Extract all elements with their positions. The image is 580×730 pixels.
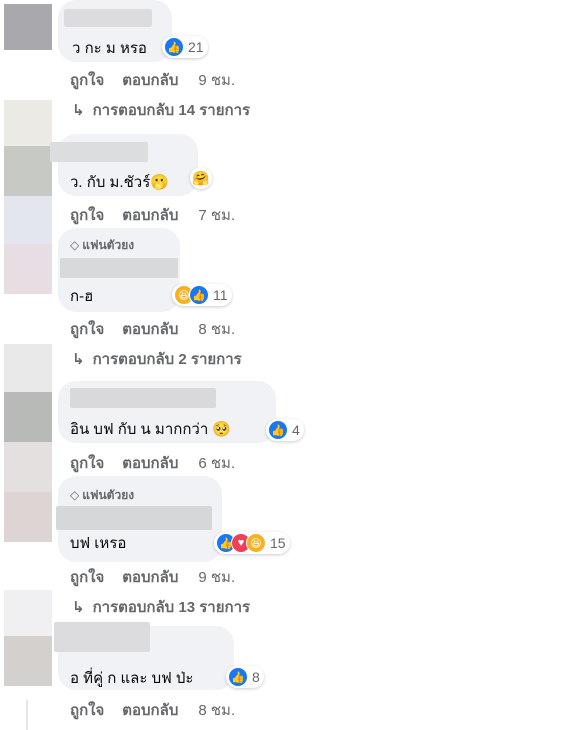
comment-text: ก-ฮ — [70, 288, 94, 305]
reaction-summary[interactable]: 👍 21 — [162, 36, 208, 58]
avatar[interactable] — [4, 196, 52, 244]
like-button[interactable]: ถูกใจ — [70, 321, 104, 338]
reply-button[interactable]: ตอบกลับ — [122, 321, 178, 338]
comment-text: อ ที่คู่ ก และ บฟ ป่ะ — [70, 670, 194, 687]
reaction-summary[interactable]: 👍 ♥ 😆 15 — [214, 532, 290, 554]
thread-line — [26, 700, 28, 730]
comment-text: อิน บฟ กับ น มากกว่า 🥺 — [70, 421, 232, 438]
reply-arrow-icon: ↳ — [72, 599, 85, 616]
avatar[interactable] — [4, 4, 52, 50]
comment-actions: ถูกใจ ตอบกลับ 8 ชม. — [70, 317, 235, 341]
reaction-count: 11 — [213, 287, 228, 303]
reaction-summary[interactable]: 👍 4 — [266, 419, 304, 441]
comment-actions: ถูกใจ ตอบกลับ 9 ชม. — [70, 565, 235, 589]
comment-actions: ถูกใจ ตอบกลับ 8 ชม. — [70, 698, 235, 722]
top-fan-label: แฟนตัวยง — [82, 488, 135, 502]
reaction-count: 15 — [270, 535, 286, 551]
view-replies-link[interactable]: ↳ การตอบกลับ 13 รายการ — [72, 595, 250, 619]
avatar[interactable] — [4, 590, 52, 636]
top-fan-badge[interactable]: ◇ แฟนตัวยง — [70, 236, 134, 255]
reaction-summary[interactable]: 😆 👍 11 — [172, 284, 232, 306]
avatar[interactable] — [4, 492, 52, 542]
reply-arrow-icon: ↳ — [72, 102, 85, 119]
hug-emoji-icon: 🤗 — [190, 167, 212, 189]
like-icon: 👍 — [189, 285, 209, 305]
timestamp[interactable]: 9 ชม. — [198, 72, 235, 89]
timestamp[interactable]: 6 ชม. — [198, 455, 235, 472]
timestamp[interactable]: 8 ชม. — [198, 702, 235, 719]
avatar[interactable] — [4, 392, 52, 442]
diamond-icon: ◇ — [70, 238, 80, 252]
timestamp[interactable]: 9 ชม. — [198, 569, 235, 586]
timestamp[interactable]: 8 ชม. — [198, 321, 235, 338]
view-replies-link[interactable]: ↳ การตอบกลับ 14 รายการ — [72, 98, 250, 122]
like-icon: 👍 — [228, 667, 248, 687]
avatar[interactable] — [4, 244, 52, 294]
like-button[interactable]: ถูกใจ — [70, 702, 104, 719]
avatar[interactable] — [4, 636, 52, 686]
commenter-name-blurred[interactable] — [60, 258, 178, 278]
like-button[interactable]: ถูกใจ — [70, 72, 104, 89]
avatar[interactable] — [4, 146, 52, 196]
view-replies-label: การตอบกลับ 14 รายการ — [92, 102, 251, 119]
view-replies-link[interactable]: ↳ การตอบกลับ 2 รายการ — [72, 347, 242, 371]
commenter-name-blurred[interactable] — [54, 622, 150, 652]
view-replies-label: การตอบกลับ 13 รายการ — [92, 599, 251, 616]
reply-arrow-icon: ↳ — [72, 351, 85, 368]
comment-actions: ถูกใจ ตอบกลับ 9 ชม. — [70, 68, 235, 92]
reaction-count: 8 — [252, 669, 260, 685]
commenter-name-blurred[interactable] — [64, 9, 152, 27]
reply-button[interactable]: ตอบกลับ — [122, 455, 178, 472]
avatar[interactable] — [4, 442, 52, 492]
diamond-icon: ◇ — [70, 488, 80, 502]
like-button[interactable]: ถูกใจ — [70, 207, 104, 224]
comment-text: บฟ เหรอ — [70, 535, 127, 552]
reply-button[interactable]: ตอบกลับ — [122, 569, 178, 586]
commenter-name-blurred[interactable] — [50, 142, 148, 162]
commenter-name-blurred[interactable] — [56, 506, 212, 530]
reply-button[interactable]: ตอบกลับ — [122, 702, 178, 719]
reaction-count: 4 — [292, 422, 300, 438]
view-replies-label: การตอบกลับ 2 รายการ — [92, 351, 242, 368]
comment-text: ว. กับ ม.ชัวร์🫢 — [70, 174, 169, 191]
comment-text: ว กะ ม หรอ — [72, 40, 147, 57]
like-button[interactable]: ถูกใจ — [70, 569, 104, 586]
comment-actions: ถูกใจ ตอบกลับ 6 ชม. — [70, 451, 235, 475]
commenter-name-blurred[interactable] — [70, 388, 216, 408]
reply-button[interactable]: ตอบกลับ — [122, 207, 178, 224]
avatar[interactable] — [4, 344, 52, 392]
top-fan-badge[interactable]: ◇ แฟนตัวยง — [70, 486, 134, 505]
avatar[interactable] — [4, 100, 52, 146]
reply-button[interactable]: ตอบกลับ — [122, 72, 178, 89]
reaction-summary[interactable]: 👍 8 — [226, 666, 264, 688]
like-icon: 👍 — [164, 37, 184, 57]
like-icon: 👍 — [268, 420, 288, 440]
haha-icon: 😆 — [246, 533, 266, 553]
top-fan-label: แฟนตัวยง — [82, 238, 135, 252]
timestamp[interactable]: 7 ชม. — [198, 207, 235, 224]
comment-actions: ถูกใจ ตอบกลับ 7 ชม. — [70, 203, 235, 227]
like-button[interactable]: ถูกใจ — [70, 455, 104, 472]
reaction-count: 21 — [188, 39, 204, 55]
